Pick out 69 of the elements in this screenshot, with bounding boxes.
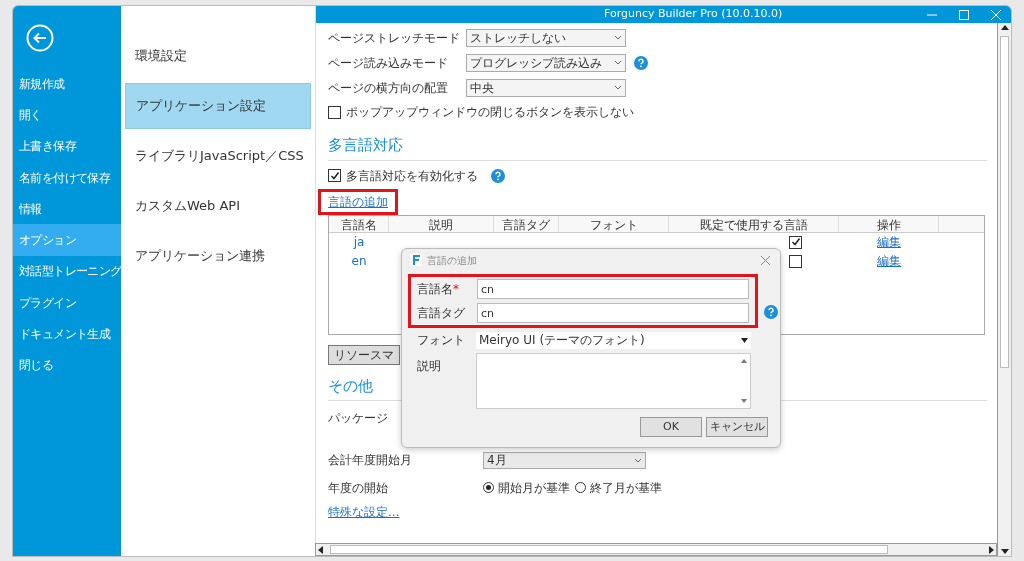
down-arrow-icon[interactable] — [1000, 548, 1009, 554]
language-tag-field[interactable]: cn — [477, 303, 749, 323]
nav-item[interactable]: ライブラリJavaScript／CSS — [125, 133, 311, 179]
section-title: 多言語対応 — [328, 134, 987, 161]
font-dropdown[interactable]: Meiryo UI (テーマのフォント) — [476, 331, 751, 349]
up-arrow-icon[interactable] — [1000, 25, 1009, 31]
field-label: 言語タグ — [417, 305, 466, 322]
column-header: 言語タグ — [494, 215, 559, 232]
add-language-link[interactable]: 言語の追加 — [328, 194, 388, 209]
field-label: 言語名 — [417, 281, 453, 298]
field-label: フォント — [417, 332, 466, 349]
dropdown-arrow-icon — [741, 337, 748, 343]
dialog-title: 言語の追加 — [427, 253, 477, 268]
nav-item[interactable]: カスタムWeb API — [125, 183, 311, 229]
radio-label: 開始月が基準 — [498, 479, 570, 497]
setting-label: 年度の開始 — [328, 479, 389, 497]
field-label: 説明 — [417, 358, 442, 375]
column-header: 説明 — [389, 215, 494, 232]
window-title: Forguncy Builder Pro (10.0.10.0) — [604, 6, 783, 23]
column-header: 言語名 — [329, 215, 389, 232]
edit-link[interactable]: 編集 — [877, 233, 901, 251]
language-name-field[interactable]: cn — [477, 279, 749, 299]
chevron-icon — [614, 35, 622, 40]
dialog-button[interactable]: キャンセル — [706, 417, 768, 437]
special-settings-link[interactable]: 特殊な設定... — [328, 503, 400, 521]
help-icon[interactable] — [764, 305, 778, 319]
left-arrow-icon[interactable] — [318, 545, 324, 554]
column-header: フォント — [559, 215, 669, 232]
help-icon[interactable] — [634, 55, 648, 70]
checkbox[interactable] — [789, 235, 802, 249]
setting-label: ページ読み込みモード — [328, 54, 449, 72]
dropdown[interactable]: 4月 — [483, 451, 646, 469]
back-icon[interactable] — [26, 24, 54, 52]
dialog-button[interactable]: OK — [640, 417, 702, 437]
radio-button[interactable] — [483, 482, 494, 493]
vertical-scrollbar[interactable] — [997, 23, 1011, 556]
close-icon[interactable] — [761, 255, 770, 265]
horizontal-scrollbar[interactable] — [315, 543, 997, 556]
setting-label: パッケージ — [328, 410, 388, 427]
chevron-icon — [614, 85, 622, 90]
maximize-icon[interactable] — [959, 9, 969, 20]
chevron-icon — [614, 60, 622, 65]
setting-label: ページの横方向の配置 — [328, 79, 449, 97]
dropdown[interactable]: 中央 — [466, 78, 626, 97]
radio-button[interactable] — [575, 482, 586, 493]
radio-label: 終了月が基準 — [590, 479, 662, 497]
edit-link[interactable]: 編集 — [877, 252, 901, 270]
required-mark: * — [453, 281, 459, 298]
nav-item[interactable]: 環境設定 — [125, 33, 311, 79]
checkbox[interactable] — [328, 169, 341, 182]
dropdown[interactable]: ストレッチしない — [466, 28, 626, 47]
table-cell-text: ja — [352, 234, 366, 251]
right-arrow-icon[interactable] — [988, 545, 994, 554]
app-logo-icon — [410, 254, 422, 266]
dropdown[interactable]: プログレッシブ読み込み — [466, 53, 626, 72]
checkbox-label: ポップアップウィンドウの閉じるボタンを表示しない — [346, 104, 634, 121]
help-icon[interactable] — [491, 168, 505, 183]
column-header: 操作 — [839, 215, 939, 232]
setting-label: ページストレッチモード — [328, 29, 461, 47]
checkbox-label: 多言語対応を有効化する — [346, 167, 478, 185]
table-cell-text: en — [350, 253, 368, 270]
nav-item[interactable]: アプリケーション設定 — [125, 83, 311, 129]
column-header: 既定で使用する言語 — [669, 215, 839, 232]
nav-item[interactable]: アプリケーション連携 — [125, 233, 311, 279]
resource-button[interactable]: リソースマ — [328, 344, 400, 365]
checkbox[interactable] — [789, 254, 802, 268]
checkbox[interactable] — [328, 105, 341, 119]
chevron-icon — [634, 457, 642, 463]
setting-label: 会計年度開始月 — [328, 452, 413, 469]
